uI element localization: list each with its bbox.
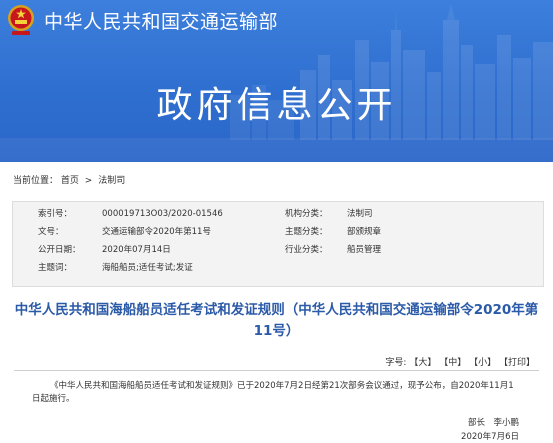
document-body: 《中华人民共和国海船船员适任考试和发证规则》已于2020年7月2日经第21次部务… <box>32 380 517 406</box>
index-number-value: 000019713O03/2020-01546 <box>102 209 223 219</box>
document-title: 中华人民共和国海船船员适任考试和发证规则（中华人民共和国交通运输部令2020年第… <box>14 302 539 339</box>
content-divider <box>14 370 539 371</box>
print-button[interactable]: 【打印】 <box>499 358 535 368</box>
publish-date-value: 2020年07月14日 <box>102 245 171 255</box>
keywords-label: 主题词： <box>38 263 73 273</box>
national-emblem-icon <box>8 5 34 35</box>
banner-title: 政府信息公开 <box>156 85 397 126</box>
topic-category-value: 部颁规章 <box>347 227 382 237</box>
keywords-value: 海船船员;适任考试;发证 <box>102 263 193 273</box>
agency-category-value: 法制司 <box>347 209 373 219</box>
breadcrumb: 当前位置： 首页 > 法制司 <box>13 173 125 186</box>
document-number-label: 文号： <box>38 227 64 237</box>
breadcrumb-home-link[interactable]: 首页 <box>61 176 79 186</box>
industry-category-label: 行业分类： <box>285 245 328 255</box>
breadcrumb-department-link[interactable]: 法制司 <box>98 176 125 186</box>
info-row: 公开日期： 2020年07月14日 行业分类： 船员管理 <box>13 242 543 259</box>
signer: 部长 李小鹏 <box>467 418 519 428</box>
index-number-label: 索引号： <box>38 209 73 219</box>
document-info-table: 索引号： 000019713O03/2020-01546 机构分类： 法制司 文… <box>12 201 544 287</box>
info-row: 文号： 交通运输部令2020年第11号 主题分类： 部颁规章 <box>13 224 543 241</box>
sign-date: 2020年7月6日 <box>461 432 519 442</box>
font-size-medium-button[interactable]: 【中】 <box>439 358 466 368</box>
agency-category-label: 机构分类： <box>285 209 328 219</box>
topic-category-label: 主题分类： <box>285 227 328 237</box>
breadcrumb-label: 当前位置： <box>13 176 59 186</box>
font-size-large-button[interactable]: 【大】 <box>409 358 436 368</box>
font-size-toolbar: 字号: 【大】 【中】 【小】 【打印】 <box>385 355 535 368</box>
font-size-small-button[interactable]: 【小】 <box>469 358 496 368</box>
publish-date-label: 公开日期： <box>38 245 81 255</box>
document-number-value: 交通运输部令2020年第11号 <box>102 227 211 237</box>
breadcrumb-separator: > <box>84 176 93 186</box>
ministry-name: 中华人民共和国交通运输部 <box>44 11 279 33</box>
document-paragraph: 《中华人民共和国海船船员适任考试和发证规则》已于2020年7月2日经第21次部务… <box>32 381 514 404</box>
industry-category-value: 船员管理 <box>347 245 382 255</box>
info-row: 索引号： 000019713O03/2020-01546 机构分类： 法制司 <box>13 206 543 223</box>
font-size-label: 字号: <box>385 358 407 368</box>
header-banner: 中华人民共和国交通运输部 政府信息公开 <box>0 0 553 162</box>
info-row: 主题词： 海船船员;适任考试;发证 <box>13 260 543 277</box>
